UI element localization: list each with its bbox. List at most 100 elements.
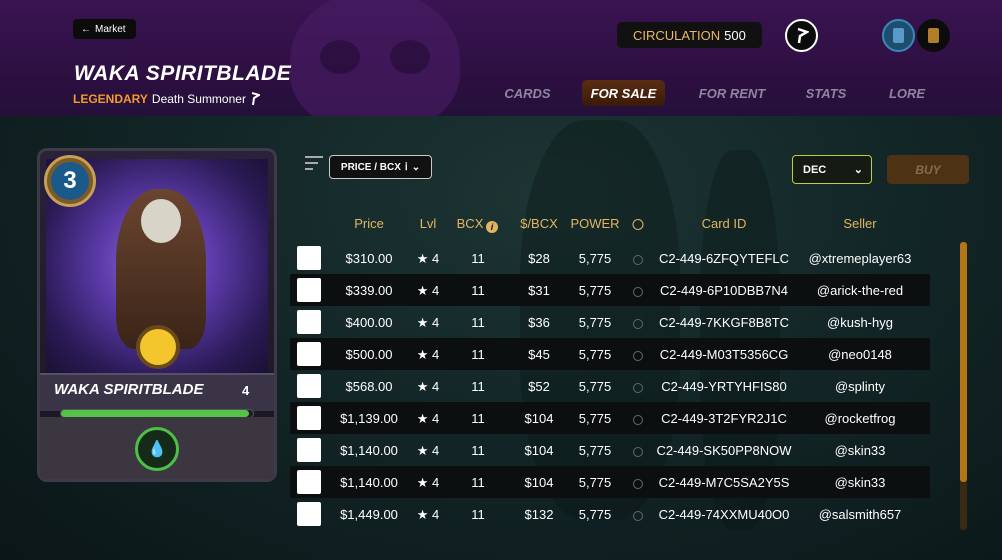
price-cell: $339.00: [345, 283, 393, 298]
card-class-label: Death Summoner: [151, 92, 246, 106]
header-lvl[interactable]: Lvl: [420, 216, 437, 231]
header-power[interactable]: POWER: [570, 216, 619, 231]
seller-cell[interactable]: @neo0148: [828, 347, 892, 362]
table-row[interactable]: $500.00 ★ 4 11 $45 5,775 C2-449-M03T5356CG @ne…: [290, 338, 930, 370]
card-name: WAKA SPIRITBLADE: [54, 381, 204, 398]
table-row[interactable]: $1,449.00 ★ 4 11 $132 5,775 C2-449-74XXMU40O0…: [290, 498, 930, 530]
seller-cell[interactable]: @skin33: [835, 475, 886, 490]
row-checkbox[interactable]: [297, 342, 321, 366]
card-image: 3 WAKA SPIRITBLADE 4 💧: [37, 148, 277, 482]
per-bcx-cell: $28: [528, 251, 550, 266]
power-cell: 5,775: [578, 507, 612, 522]
row-checkbox[interactable]: [297, 438, 321, 462]
gold-cards-icon: [928, 28, 939, 43]
power-cell: 5,775: [578, 251, 612, 266]
gold-foil-toggle[interactable]: [917, 19, 950, 52]
sort-select[interactable]: PRICE / BCX ⅰ ⌄: [329, 155, 432, 179]
price-cell: $1,139.00: [340, 411, 398, 426]
regular-foil-toggle[interactable]: [882, 19, 915, 52]
row-checkbox[interactable]: [297, 406, 321, 430]
power-cell: 5,775: [578, 315, 612, 330]
lvl-cell: ★ 4: [416, 347, 440, 362]
header-bcx[interactable]: BCX: [457, 216, 484, 231]
edition-logo-icon[interactable]: [785, 19, 818, 52]
bcx-cell: 11: [471, 379, 485, 394]
bcx-cell: 11: [471, 443, 485, 458]
power-cell: 5,775: [578, 347, 612, 362]
row-checkbox[interactable]: [297, 502, 321, 526]
page-title: WAKA SPIRITBLADE: [74, 62, 292, 85]
arrow-left-icon: ←: [81, 23, 91, 35]
table-row[interactable]: $1,140.00 ★ 4 11 $104 5,775 C2-449-SK50PP8NOW…: [290, 434, 930, 466]
row-checkbox[interactable]: [297, 470, 321, 494]
chevron-down-icon: ⌄: [411, 161, 421, 173]
lvl-cell: ★ 4: [416, 251, 440, 266]
table-row[interactable]: $1,139.00 ★ 4 11 $104 5,775 C2-449-3T2FYR2J1C…: [290, 402, 930, 434]
seller-cell[interactable]: @salsmith657: [819, 507, 902, 522]
table-row[interactable]: $400.00 ★ 4 11 $36 5,775 C2-449-7KKGF8B8TC @ku…: [290, 306, 930, 338]
row-clock-icon: [633, 477, 643, 492]
row-clock-icon: [633, 285, 643, 300]
seller-cell[interactable]: @kush-hyg: [827, 315, 893, 330]
row-checkbox[interactable]: [297, 374, 321, 398]
lvl-cell: ★ 4: [416, 379, 440, 394]
seller-cell[interactable]: @arick-the-red: [817, 283, 903, 298]
ability-drop-icon: 💧: [135, 427, 179, 471]
header-per-bcx[interactable]: $/BCX: [520, 216, 558, 231]
header-price[interactable]: Price: [354, 216, 384, 231]
circulation-value: 500: [724, 27, 746, 43]
scrollbar[interactable]: [960, 242, 967, 530]
circulation-badge: CIRCULATION 500: [617, 22, 762, 48]
per-bcx-cell: $104: [524, 443, 554, 458]
bcx-cell: 11: [471, 251, 485, 266]
circulation-label: CIRCULATION: [633, 27, 721, 43]
back-to-market-button[interactable]: ← Market: [73, 19, 136, 39]
buy-button[interactable]: BUY: [887, 155, 969, 184]
header-banner: ← Market WAKA SPIRITBLADE LEGENDARY Deat…: [0, 0, 1002, 116]
header-card-id[interactable]: Card ID: [702, 216, 747, 231]
scrollbar-thumb[interactable]: [960, 242, 967, 482]
sort-icon[interactable]: [305, 156, 323, 172]
tab-cards[interactable]: CARDS: [500, 80, 555, 106]
tab-lore[interactable]: LORE: [882, 80, 932, 106]
power-cell: 5,775: [578, 411, 612, 426]
tab-bar: CARDS FOR SALE FOR RENT STATS LORE: [500, 80, 960, 106]
card-id-cell: C2-449-YRTYHFIS80: [661, 379, 787, 394]
seller-cell[interactable]: @skin33: [835, 443, 886, 458]
table-row[interactable]: $310.00 ★ 4 11 $28 5,775 C2-449-6ZFQYTEFLC @xt…: [290, 242, 930, 274]
row-checkbox[interactable]: [297, 310, 321, 334]
bcx-cell: 11: [471, 411, 485, 426]
row-checkbox[interactable]: [297, 246, 321, 270]
tab-for-sale[interactable]: FOR SALE: [582, 80, 665, 106]
seller-cell[interactable]: @xtremeplayer63: [809, 251, 912, 266]
power-cell: 5,775: [578, 475, 612, 490]
card-subtitle: LEGENDARY Death Summoner: [73, 92, 260, 106]
bcx-cell: 11: [471, 507, 485, 522]
price-cell: $1,140.00: [340, 443, 398, 458]
lvl-cell: ★ 4: [416, 475, 440, 490]
per-bcx-cell: $132: [524, 507, 554, 522]
per-bcx-cell: $45: [528, 347, 550, 362]
edition-icon: [251, 92, 260, 106]
bcx-cell: 11: [471, 283, 485, 298]
clock-icon[interactable]: [632, 218, 644, 233]
bcx-cell: 11: [471, 347, 485, 362]
bcx-info-icon[interactable]: i: [486, 218, 498, 233]
header-seller[interactable]: Seller: [843, 216, 876, 231]
mana-cost-icon: 3: [44, 155, 96, 207]
tab-for-rent[interactable]: FOR RENT: [692, 80, 772, 106]
power-cell: 5,775: [578, 283, 612, 298]
table-row[interactable]: $568.00 ★ 4 11 $52 5,775 C2-449-YRTYHFIS80 @sp…: [290, 370, 930, 402]
seller-cell[interactable]: @rocketfrog: [825, 411, 896, 426]
summoner-skull-mask: [141, 199, 181, 243]
price-cell: $400.00: [345, 315, 393, 330]
card-level: 4: [242, 383, 250, 398]
row-clock-icon: [633, 445, 643, 460]
table-row[interactable]: $339.00 ★ 4 11 $31 5,775 C2-449-6P10DBB7N4 @ar…: [290, 274, 930, 306]
row-checkbox[interactable]: [297, 278, 321, 302]
table-row[interactable]: $1,140.00 ★ 4 11 $104 5,775 C2-449-M7C5SA2Y5S…: [290, 466, 930, 498]
seller-cell[interactable]: @splinty: [835, 379, 885, 394]
order-select[interactable]: DEC ⌄: [792, 155, 872, 184]
tab-stats[interactable]: STATS: [798, 80, 854, 106]
per-bcx-cell: $36: [528, 315, 550, 330]
